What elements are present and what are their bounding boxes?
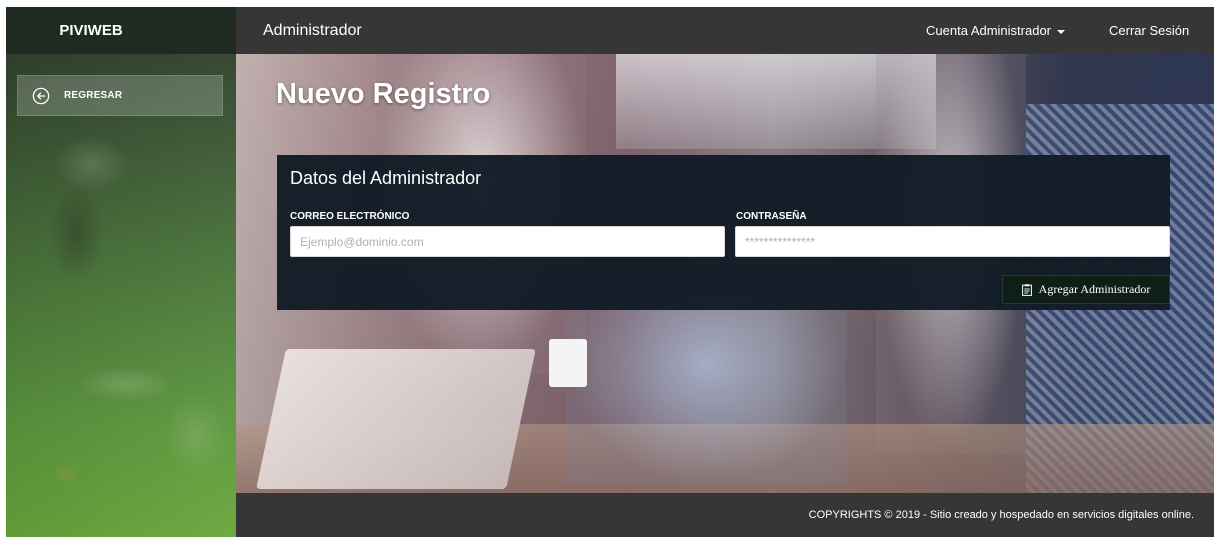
navbar-title: Administrador xyxy=(263,22,362,39)
admin-form-card: Datos del Administrador CORREO ELECTRÓNI… xyxy=(277,155,1170,310)
add-admin-button[interactable]: Agregar Administrador xyxy=(1002,275,1170,304)
copyright-text: COPYRIGHTS © 2019 - Sitio creado y hospe… xyxy=(808,509,1194,521)
top-navbar: Administrador Cuenta Administrador Cerra… xyxy=(236,7,1214,54)
page-title: Nuevo Registro xyxy=(276,78,491,110)
sidebar-background-image xyxy=(6,54,236,537)
circle-arrow-left-icon xyxy=(32,87,50,104)
email-label: CORREO ELECTRÓNICO xyxy=(290,211,410,222)
add-admin-button-label: Agregar Administrador xyxy=(1038,282,1151,296)
brand-logo[interactable]: PIVIWEB xyxy=(6,7,236,54)
caret-down-icon xyxy=(1057,29,1066,34)
password-label: CONTRASEÑA xyxy=(736,211,807,222)
main-content: Nuevo Registro Datos del Administrador C… xyxy=(236,54,1214,493)
back-button-label: REGRESAR xyxy=(64,90,123,101)
background-photo-laptop xyxy=(256,349,536,489)
background-photo-mug xyxy=(549,339,587,387)
footer: COPYRIGHTS © 2019 - Sitio creado y hospe… xyxy=(236,493,1214,537)
password-input[interactable] xyxy=(735,226,1170,257)
account-menu-label: Cuenta Administrador xyxy=(926,23,1052,38)
card-title: Datos del Administrador xyxy=(290,168,482,188)
clipboard-icon xyxy=(1021,283,1032,296)
background-photo-person xyxy=(566,284,846,484)
back-button[interactable]: REGRESAR xyxy=(17,75,223,116)
app-frame: PIVIWEB REGRESAR Administrador Cuenta Ad… xyxy=(6,7,1214,537)
account-menu-dropdown[interactable]: Cuenta Administrador xyxy=(926,7,1066,54)
sidebar: PIVIWEB REGRESAR xyxy=(6,7,236,537)
logout-link[interactable]: Cerrar Sesión xyxy=(1109,7,1189,54)
email-input[interactable] xyxy=(290,226,725,257)
